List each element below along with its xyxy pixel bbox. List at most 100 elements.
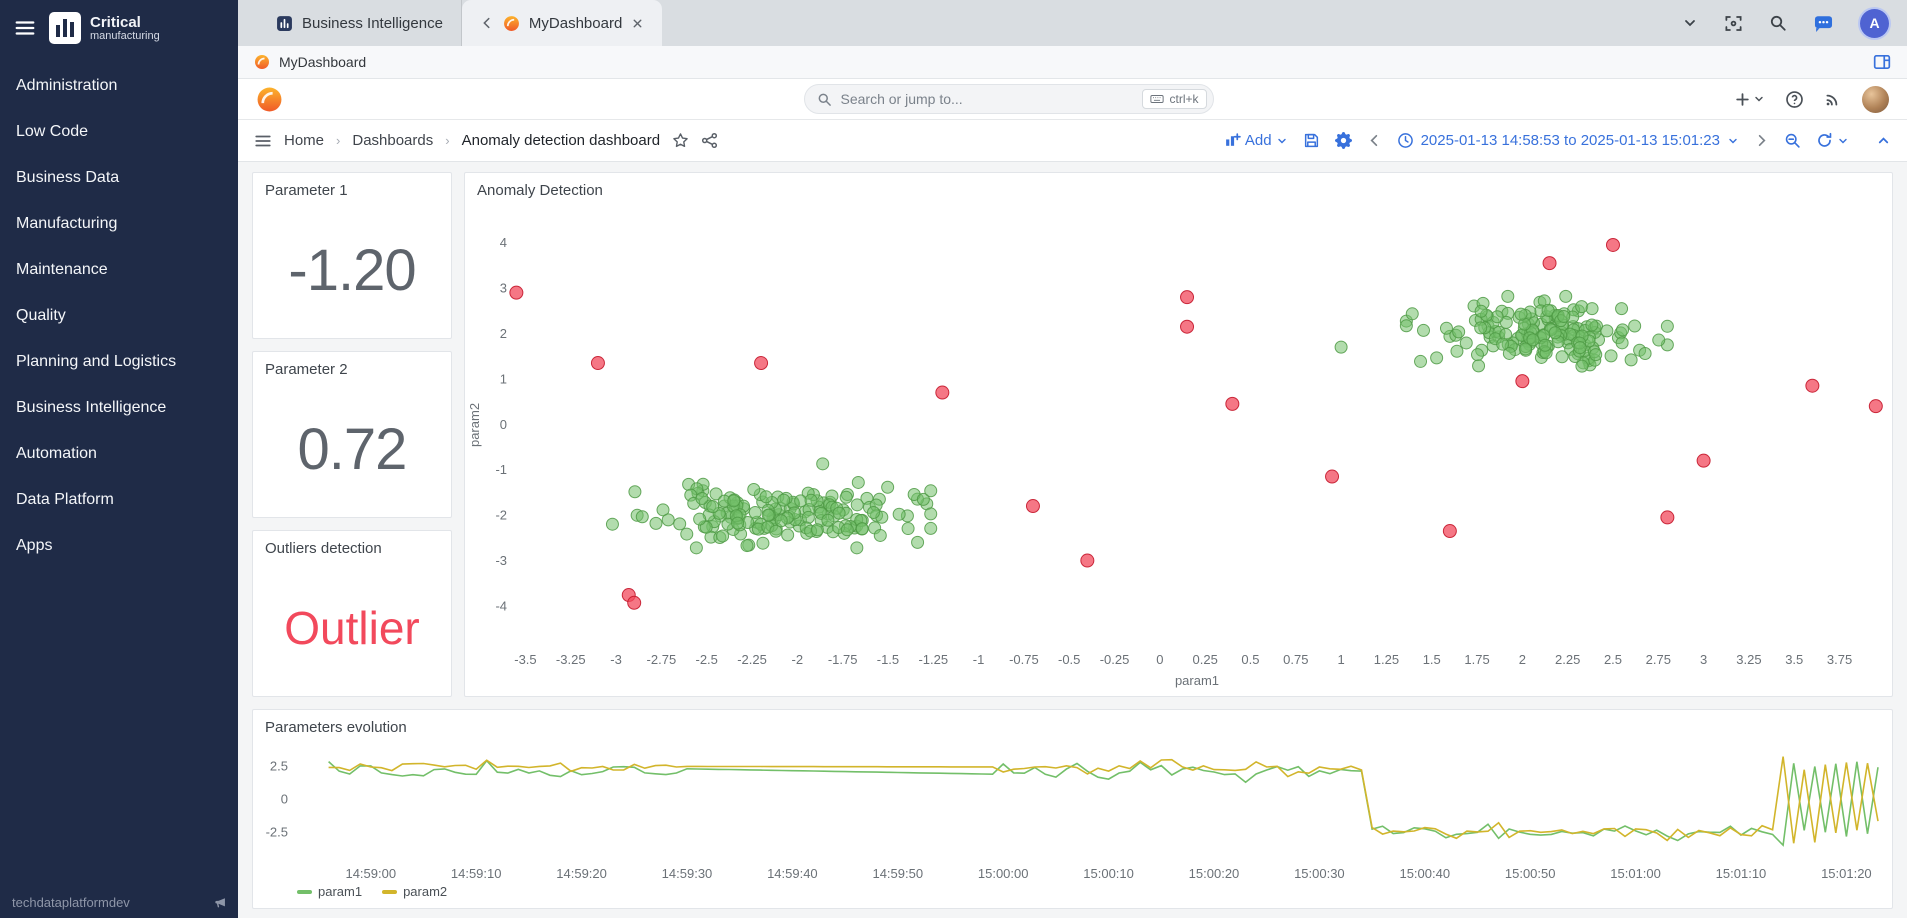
announcement-icon[interactable] [214, 896, 228, 910]
legend-item-param1[interactable]: param1 [297, 884, 362, 899]
sidebar-menu: Administration Low Code Business Data Ma… [0, 63, 238, 569]
search-placeholder: Search or jump to... [841, 91, 963, 107]
save-dashboard-button[interactable] [1303, 132, 1320, 149]
star-icon[interactable] [672, 132, 689, 149]
scatter-point-normal [841, 524, 853, 536]
tab-business-intelligence[interactable]: Business Intelligence [258, 0, 462, 46]
stat-column: Parameter 1 -1.20 Parameter 2 0.72 Outli… [252, 172, 452, 697]
scatter-point-normal [1400, 320, 1412, 332]
open-in-panel-icon[interactable] [1873, 53, 1891, 71]
search-icon[interactable] [1769, 14, 1787, 32]
anomaly-scatter-chart[interactable]: -3.5-3.25-3-2.75-2.5-2.25-2-1.75-1.5-1.2… [465, 202, 1892, 692]
time-shift-forward-icon[interactable] [1754, 133, 1769, 148]
sidebar-item-business-data[interactable]: Business Data [0, 155, 238, 201]
sidebar-item-administration[interactable]: Administration [0, 63, 238, 109]
series-line-param2 [329, 757, 1878, 844]
panel-title[interactable]: Parameters evolution [253, 710, 1892, 739]
scatter-point-normal [805, 494, 817, 506]
scatter-point-normal [1406, 308, 1418, 320]
x-tick-label: 1.5 [1423, 652, 1441, 667]
sidebar-item-automation[interactable]: Automation [0, 431, 238, 477]
time-tick-label: 15:00:20 [1189, 866, 1240, 881]
scatter-point-normal [1629, 320, 1641, 332]
sidebar-item-planning-and-logistics[interactable]: Planning and Logistics [0, 339, 238, 385]
search-wrap: Search or jump to... ctrl+k [283, 84, 1734, 114]
breadcrumb-home[interactable]: Home [284, 132, 324, 149]
scatter-point-normal [1605, 350, 1617, 362]
time-shift-back-icon[interactable] [1367, 133, 1382, 148]
scatter-point-outlier [1697, 454, 1710, 467]
capture-region-icon[interactable] [1724, 14, 1743, 33]
grafana-logo-icon[interactable] [256, 86, 283, 113]
outlier-status-value: Outlier [253, 560, 451, 696]
scatter-point-normal [1431, 352, 1443, 364]
tab-back-icon[interactable] [480, 16, 494, 30]
add-button[interactable]: Add [1224, 132, 1288, 149]
panel-title[interactable]: Anomaly Detection [465, 173, 1892, 202]
sidebar-item-data-platform[interactable]: Data Platform [0, 477, 238, 523]
mega-menu-icon[interactable] [254, 132, 272, 150]
tab-mydashboard[interactable]: MyDashboard [462, 0, 662, 46]
x-tick-label: -0.25 [1100, 652, 1130, 667]
chevron-down-icon[interactable] [1682, 15, 1698, 31]
panel-title[interactable]: Outliers detection [253, 531, 451, 560]
sidebar-hamburger-icon[interactable] [14, 17, 36, 39]
refresh-button[interactable] [1816, 132, 1849, 149]
chevron-down-icon [1753, 93, 1765, 105]
tab-close-icon[interactable] [631, 17, 644, 30]
x-tick-label: 0.75 [1283, 652, 1308, 667]
scatter-point-outlier [755, 357, 768, 370]
sidebar-item-low-code[interactable]: Low Code [0, 109, 238, 155]
sidebar-item-quality[interactable]: Quality [0, 293, 238, 339]
scatter-point-normal [817, 458, 829, 470]
scatter-point-normal [856, 523, 868, 535]
scatter-point-normal [925, 522, 937, 534]
dashboard-canvas: Parameter 1 -1.20 Parameter 2 0.72 Outli… [238, 162, 1907, 918]
panel-title[interactable]: Parameter 2 [253, 352, 451, 381]
sidebar-item-maintenance[interactable]: Maintenance [0, 247, 238, 293]
scatter-point-normal [833, 507, 845, 519]
scatter-point-normal [1475, 305, 1487, 317]
scatter-point-normal [1661, 320, 1673, 332]
x-tick-label: 3 [1700, 652, 1707, 667]
breadcrumb-dashboards[interactable]: Dashboards [352, 132, 433, 149]
scatter-point-outlier [1226, 397, 1239, 410]
scatter-point-normal [893, 508, 905, 520]
x-tick-label: -1.25 [918, 652, 948, 667]
chat-icon[interactable] [1813, 13, 1834, 34]
sidebar-item-manufacturing[interactable]: Manufacturing [0, 201, 238, 247]
scatter-point-normal [1586, 303, 1598, 315]
parameters-timeseries-chart[interactable]: 2.50-2.514:59:0014:59:1014:59:2014:59:30… [253, 739, 1892, 884]
scatter-point-outlier [1026, 500, 1039, 513]
time-tick-label: 15:00:10 [1083, 866, 1134, 881]
dashboard-favicon [503, 15, 520, 32]
zoom-out-button[interactable] [1784, 132, 1801, 149]
sidebar-item-business-intelligence[interactable]: Business Intelligence [0, 385, 238, 431]
panel-title[interactable]: Parameter 1 [253, 173, 451, 202]
scatter-point-normal [662, 514, 674, 526]
dashboard-settings-button[interactable] [1335, 132, 1352, 149]
main-area: Business Intelligence MyDashboard [238, 0, 1907, 918]
legend-item-param2[interactable]: param2 [382, 884, 447, 899]
x-tick-label: -2.25 [737, 652, 767, 667]
account-avatar[interactable]: A [1860, 9, 1889, 38]
chevron-down-icon [1727, 135, 1739, 147]
y-tick-label: 2 [500, 326, 507, 341]
search-input[interactable]: Search or jump to... ctrl+k [804, 84, 1214, 114]
refresh-icon [1816, 132, 1833, 149]
scatter-point-normal [1417, 324, 1429, 336]
time-range-picker[interactable]: 2025-01-13 14:58:53 to 2025-01-13 15:01:… [1397, 132, 1739, 149]
new-button[interactable] [1734, 91, 1765, 108]
user-avatar[interactable] [1862, 86, 1889, 113]
scatter-point-outlier [510, 286, 523, 299]
scatter-point-normal [1601, 325, 1613, 337]
help-icon[interactable] [1785, 90, 1804, 109]
sidebar-item-apps[interactable]: Apps [0, 523, 238, 569]
scatter-point-normal [1653, 334, 1665, 346]
news-rss-icon[interactable] [1824, 90, 1842, 108]
share-icon[interactable] [701, 132, 718, 149]
time-tick-label: 14:59:40 [767, 866, 818, 881]
collapse-toolbar-button[interactable] [1876, 133, 1891, 148]
search-shortcut: ctrl+k [1142, 89, 1206, 109]
scatter-point-normal [732, 517, 744, 529]
